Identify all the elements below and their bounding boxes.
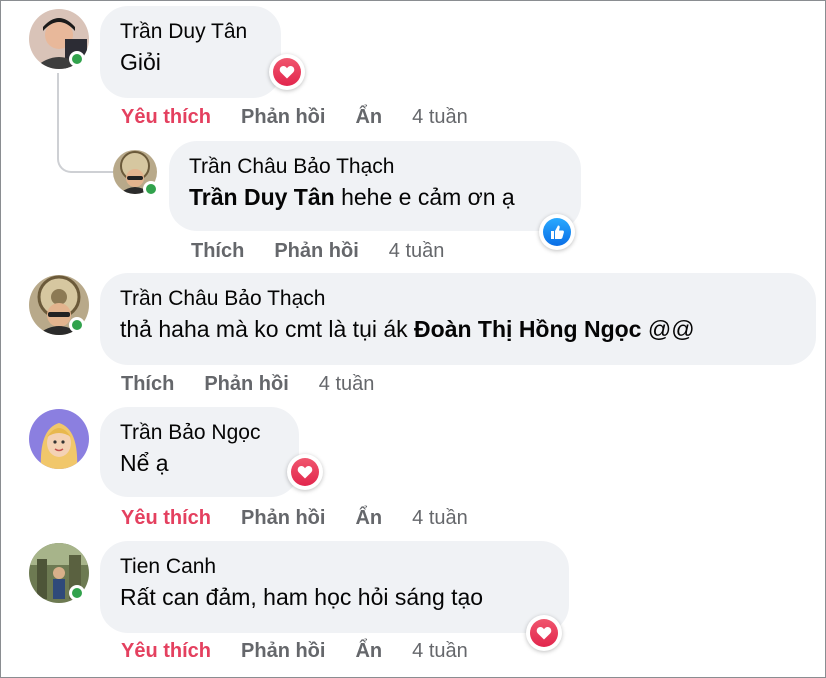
comment-timestamp[interactable]: 4 tuần [412,505,468,531]
comment-text: Giỏi [120,49,161,75]
reply-button[interactable]: Phản hồi [241,505,325,531]
comment-actions: Thích Phản hồi 4 tuần [191,238,474,264]
online-status-dot [69,585,85,601]
thumbs-up-icon [543,218,571,246]
comment-text: Rất can đảm, ham học hỏi sáng tạo [120,584,484,610]
love-button[interactable]: Yêu thích [121,505,211,531]
mention-link[interactable]: Đoàn Thị Hồng Ngọc [414,316,641,342]
like-button[interactable]: Thích [121,371,174,397]
comment-timestamp[interactable]: 4 tuần [319,371,375,397]
comment-author[interactable]: Trần Bảo Ngọc [120,419,279,447]
comment-text: thả haha mà ko cmt là tụi ák Đoàn Thị Hồ… [120,316,695,342]
avatar-tran-bao-ngoc[interactable] [29,409,89,469]
love-button[interactable]: Yêu thích [121,104,211,130]
reply-button[interactable]: Phản hồi [241,638,325,664]
reply-button[interactable]: Phản hồi [274,238,358,264]
comment-timestamp[interactable]: 4 tuần [412,104,468,130]
online-status-dot [69,317,85,333]
comment-author[interactable]: Trần Duy Tân [120,18,261,46]
comment-actions: Yêu thích Phản hồi Ẩn 4 tuần [121,505,498,531]
comment-bubble: Trần Duy Tân Giỏi [100,6,281,98]
comment-bubble: Trần Châu Bảo Thạch Trần Duy Tân hehe e … [169,141,581,231]
heart-icon [273,58,301,86]
comment-author[interactable]: Trần Châu Bảo Thạch [189,153,561,181]
comment-bubble: Trần Châu Bảo Thạch thả haha mà ko cmt l… [100,273,816,365]
online-status-dot [69,51,85,67]
heart-icon [530,619,558,647]
like-button[interactable]: Thích [191,238,244,264]
reaction-badge[interactable] [539,214,575,250]
love-button[interactable]: Yêu thích [121,638,211,664]
comment-timestamp[interactable]: 4 tuần [412,638,468,664]
comment-text: Trần Duy Tân hehe e cảm ơn ạ [189,184,515,210]
comment-actions: Thích Phản hồi 4 tuần [121,371,404,397]
reply-thread-line [57,73,113,173]
reply-button[interactable]: Phản hồi [204,371,288,397]
comment-actions: Yêu thích Phản hồi Ẩn 4 tuần [121,104,498,130]
comment-timestamp[interactable]: 4 tuần [389,238,445,264]
online-status-dot [143,181,159,197]
reaction-badge[interactable] [526,615,562,651]
comment-panel: Trần Duy Tân Giỏi Yêu thích Phản hồi Ẩn … [0,0,826,678]
reaction-badge[interactable] [287,454,323,490]
comment-author[interactable]: Trần Châu Bảo Thạch [120,285,796,313]
hide-button[interactable]: Ẩn [355,104,382,130]
hide-button[interactable]: Ẩn [355,505,382,531]
comment-text: Nể ạ [120,450,169,476]
comment-author[interactable]: Tien Canh [120,553,549,581]
comment-bubble: Tien Canh Rất can đảm, ham học hỏi sáng … [100,541,569,633]
heart-icon [291,458,319,486]
hide-button[interactable]: Ẩn [355,638,382,664]
comment-bubble: Trần Bảo Ngọc Nể ạ [100,407,299,497]
comment-actions: Yêu thích Phản hồi Ẩn 4 tuần [121,638,498,664]
reaction-badge[interactable] [269,54,305,90]
reply-button[interactable]: Phản hồi [241,104,325,130]
mention-link[interactable]: Trần Duy Tân [189,184,335,210]
